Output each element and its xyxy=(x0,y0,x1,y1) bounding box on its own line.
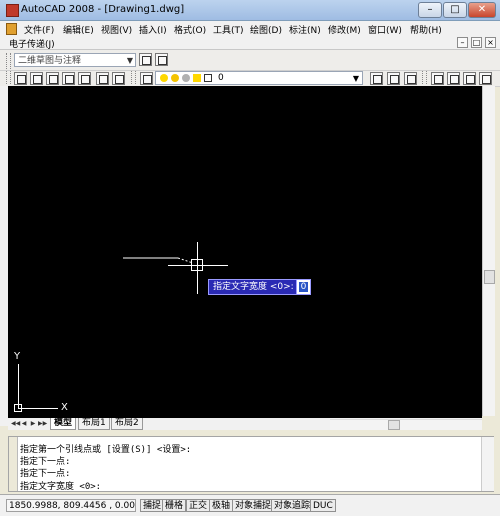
otrack-toggle[interactable]: 对象追踪 xyxy=(271,499,314,512)
command-window-scrollbar[interactable] xyxy=(481,437,494,491)
dynamic-input-value: 0 xyxy=(299,282,308,292)
tab-prev-icon[interactable]: ◀ xyxy=(20,419,28,428)
polar-toggle[interactable]: 极轴 xyxy=(209,499,234,512)
vertical-scroll-thumb[interactable] xyxy=(484,270,495,284)
ducs-toggle[interactable]: DUC xyxy=(310,499,336,512)
pickbox-cursor xyxy=(191,259,203,271)
ucs-origin-box xyxy=(14,404,22,412)
tab-layout2[interactable]: 布局2 xyxy=(111,418,143,430)
command-window[interactable]: 指定第一个引线点或 [设置(S)] <设置>: 指定下一点: 指定下一点: 指定… xyxy=(8,436,494,492)
vertical-scrollbar[interactable] xyxy=(482,86,495,416)
ucs-x-label: X xyxy=(61,402,68,413)
tab-first-icon[interactable]: ◀◀ xyxy=(11,419,20,428)
ucs-x-axis xyxy=(18,408,58,409)
ucs-y-axis xyxy=(18,364,19,408)
command-prompt-line[interactable]: 指定文字宽度 <0>: xyxy=(20,479,101,492)
tab-model[interactable]: 模型 xyxy=(50,418,77,430)
tab-layout1[interactable]: 布局1 xyxy=(78,418,110,430)
autocad-window: AutoCAD 2008 - [Drawing1.dwg] – □ ✕ 文件(F… xyxy=(0,0,500,516)
tab-last-icon[interactable]: ▶▶ xyxy=(38,419,47,428)
command-history-line: 指定下一点: xyxy=(20,469,71,479)
dynamic-input-field[interactable]: 0 xyxy=(296,279,311,295)
osnap-toggle[interactable]: 对象捕捉 xyxy=(232,499,275,512)
tab-next-icon[interactable]: ▶ xyxy=(29,419,37,428)
horizontal-scroll-thumb[interactable] xyxy=(388,420,400,430)
snap-toggle[interactable]: 捕捉 xyxy=(140,499,165,512)
horizontal-scrollbar[interactable] xyxy=(330,419,482,430)
ortho-toggle[interactable]: 正交 xyxy=(186,499,211,512)
ucs-y-label: Y xyxy=(14,351,21,362)
dynamic-input-prompt: 指定文字宽度 <0>: xyxy=(208,279,299,295)
coordinate-readout[interactable]: 1850.9988, 809.4456 , 0.0000 xyxy=(6,499,136,512)
grid-toggle[interactable]: 栅格 xyxy=(162,499,187,512)
command-window-grip[interactable] xyxy=(9,437,18,491)
status-bar: 1850.9988, 809.4456 , 0.0000 捕捉 栅格 正交 极轴… xyxy=(0,494,500,516)
